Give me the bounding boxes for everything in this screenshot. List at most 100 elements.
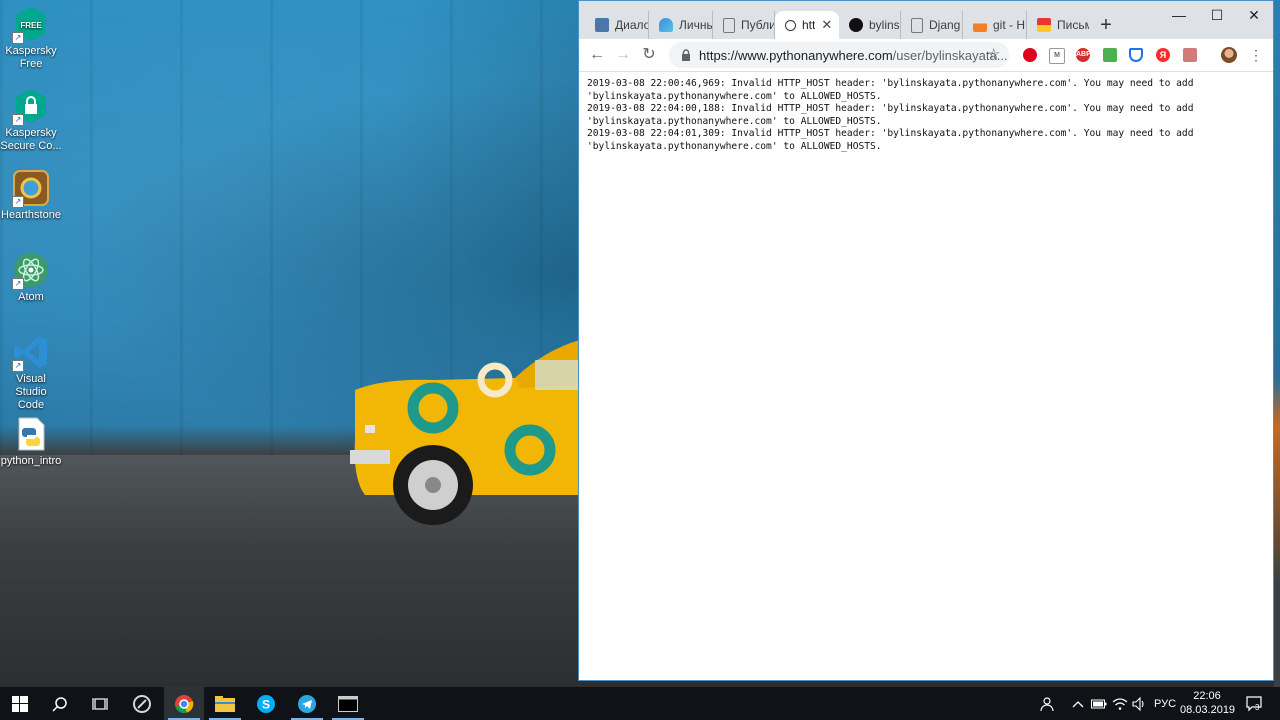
tab-mail[interactable]: Письм [1027,11,1089,39]
stackoverflow-icon [973,18,987,32]
pdf-icon[interactable] [1183,48,1197,62]
desktop-icon-label: Kaspersky Free [5,45,57,70]
desktop-icon-label: Kaspersky Secure Co... [0,127,62,152]
tab-label: htt [802,18,816,32]
tab-personal[interactable]: Личны [649,11,713,39]
tab-django[interactable]: Djang [901,11,963,39]
tab-strip: Диало Личны Публи htt ✕ bylinsk Djang gi… [579,1,1273,39]
gmail-icon[interactable]: M [1049,48,1065,64]
document-icon [723,17,735,33]
shortcut-arrow-icon: ↗ [12,196,24,208]
cloud-icon [659,18,673,32]
taxi-car-image [350,340,580,525]
notification-count: 3 [1255,703,1260,712]
tab-label: Письм [1057,18,1089,32]
taskbar-telegram[interactable] [287,687,327,720]
rocket-icon [133,694,151,713]
log-content: 2019-03-08 22:00:46,969: Invalid HTTP_HO… [587,78,1194,152]
kaspersky-secure-connection-icon: ↗ [12,88,49,126]
tab-label: Djang [929,18,961,32]
desktop-icon-vscode[interactable]: ↗ Visual Studio Code [0,334,62,412]
tab-dialogs[interactable]: Диало [585,11,649,39]
desktop-icon-hearthstone[interactable]: ↗ Hearthstone [0,170,62,222]
chrome-window: Диало Личны Публи htt ✕ bylinsk Djang gi… [578,0,1274,681]
terminal-icon [338,695,358,712]
opera-icon[interactable] [1023,48,1037,62]
taskbar-chrome[interactable] [164,687,204,720]
lock-icon [681,49,691,61]
shortcut-arrow-icon: ↗ [12,32,24,44]
tab-github[interactable]: bylinsk [839,11,901,39]
tab-stackoverflow[interactable]: git - H [963,11,1027,39]
tab-close-icon[interactable]: ✕ [821,17,832,33]
profile-avatar[interactable] [1221,47,1237,63]
bookmark-star-icon[interactable]: ☆ [987,43,1000,67]
svg-text:S: S [262,697,270,711]
desktop-icon-label: python_intro [0,455,62,467]
tab-label: Публи [741,18,774,32]
tab-pythonanywhere-log[interactable]: htt ✕ [775,11,839,39]
shortcut-arrow-icon: ↗ [12,114,24,126]
new-tab-button[interactable]: + [1095,14,1117,36]
vscode-icon: ↗ [12,334,49,372]
taskbar-skype[interactable]: S [246,687,286,720]
hearthstone-icon: ↗ [12,170,49,208]
minimize-button[interactable]: — [1160,1,1198,29]
desktop-icon-kaspersky-free[interactable]: FREE ↗ Kaspersky Free [0,6,62,71]
svg-text:FREE: FREE [20,21,42,30]
show-hidden-icons-icon[interactable] [1072,687,1084,720]
volume-icon[interactable] [1132,687,1148,720]
extension-badge-icon[interactable] [1103,48,1117,62]
taskbar: S РУС 22:06 08.03.2019 3 [0,687,1280,720]
desktop-icon-kaspersky-secure-connection[interactable]: ↗ Kaspersky Secure Co... [0,88,62,153]
people-icon[interactable] [1040,687,1056,720]
browser-toolbar: ← → ↻ https://www.pythonanywhere.com/use… [579,39,1273,72]
address-bar[interactable]: https://www.pythonanywhere.com/user/byli… [669,42,1009,68]
windows-icon [12,695,28,712]
language-indicator[interactable]: РУС [1154,687,1176,720]
atom-icon: ↗ [12,252,49,290]
back-button[interactable]: ← [585,43,609,67]
desktop-icon-atom[interactable]: ↗ Atom [0,252,62,304]
vk-icon [595,18,609,32]
tab-label: Диало [615,18,648,32]
kaspersky-free-icon: FREE ↗ [12,6,49,44]
shortcut-arrow-icon: ↗ [12,360,24,372]
python-file-icon [13,416,49,452]
delta-icon[interactable] [1129,48,1143,62]
adblock-icon[interactable]: ABP [1076,48,1091,62]
pythonanywhere-icon [785,19,796,31]
yandex-icon[interactable]: Я [1156,48,1170,62]
shortcut-arrow-icon: ↗ [12,278,24,290]
search-icon [52,696,67,712]
document-icon [911,17,923,33]
close-window-button[interactable]: ✕ [1235,1,1273,29]
taskbar-app-pinned[interactable] [122,687,162,720]
reload-button[interactable]: ↻ [637,43,661,67]
desktop-icon-label: Atom [18,291,44,303]
menu-kebab-icon[interactable]: ⋮ [1249,43,1263,67]
tab-public[interactable]: Публи [713,11,775,39]
wifi-icon[interactable] [1112,687,1128,720]
battery-icon[interactable] [1091,687,1107,720]
task-view-button[interactable] [80,687,120,720]
mail-icon [1037,18,1051,32]
start-button[interactable] [0,687,40,720]
desktop-icon-python-intro[interactable]: python_intro [0,416,62,468]
desktop-icon-label: Visual Studio Code [15,373,47,411]
telegram-icon [298,694,316,713]
desktop-icon-label: Hearthstone [1,209,61,221]
search-button[interactable] [40,687,80,720]
maximize-button[interactable]: ☐ [1198,1,1236,29]
clock-date: 08.03.2019 [1180,704,1236,716]
notifications-icon[interactable]: 3 [1246,687,1268,720]
task-view-icon [92,697,108,710]
tab-label: Личны [679,18,712,32]
url-domain: https://www.pythonanywhere.com [699,47,893,63]
taskbar-terminal[interactable] [328,687,368,720]
clock[interactable]: 22:06 08.03.2019 [1180,689,1236,717]
tab-label: git - H [993,18,1026,32]
forward-button[interactable]: → [611,43,635,67]
taskbar-file-explorer[interactable] [205,687,245,720]
folder-icon [215,695,235,712]
